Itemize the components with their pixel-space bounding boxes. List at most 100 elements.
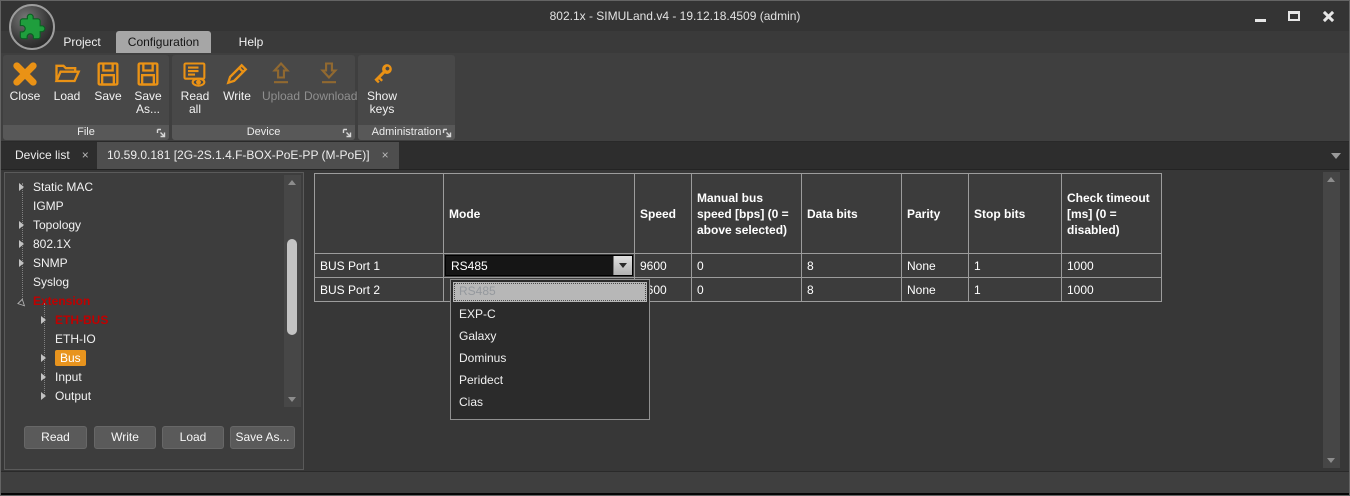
content-area: Static MAC IGMP Topology 802.1X SNMP Sys… [1, 169, 1349, 471]
tree-item-input[interactable]: Input [5, 368, 82, 387]
load-button[interactable]: Load [47, 57, 87, 125]
manual-bus-speed-cell[interactable]: 0 [692, 278, 802, 302]
save-as-button[interactable]: Save As... [129, 57, 167, 125]
speed-cell[interactable]: 9600 [635, 254, 692, 278]
close-button[interactable]: Close [5, 57, 45, 125]
dropdown-option-cias[interactable]: Cias [451, 391, 649, 413]
scroll-up-icon[interactable] [1327, 177, 1335, 182]
dropdown-option-rs485[interactable]: RS485 [453, 282, 647, 302]
tree-item-bus[interactable]: Bus [5, 349, 86, 368]
ribbon-group-administration-label: Administration [358, 125, 455, 140]
dialog-launcher-icon[interactable] [342, 128, 352, 138]
dialog-launcher-icon[interactable] [156, 128, 166, 138]
menu-project[interactable]: Project [47, 31, 117, 53]
menu-configuration[interactable]: Configuration [116, 31, 211, 53]
tab-list-dropdown-icon[interactable] [1331, 153, 1341, 159]
tree-item-extension[interactable]: Extension [5, 292, 90, 311]
tree-collapse-icon[interactable] [41, 354, 46, 362]
app-logo[interactable] [9, 4, 55, 50]
check-timeout-cell[interactable]: 1000 [1062, 278, 1162, 302]
header-data-bits: Data bits [802, 174, 902, 254]
download-arrow-icon [315, 60, 343, 88]
manual-bus-speed-cell[interactable]: 0 [692, 254, 802, 278]
tree-item-eth-bus[interactable]: ETH-BUS [5, 311, 108, 330]
upload-arrow-icon [267, 60, 295, 88]
main-scrollbar[interactable] [1323, 172, 1340, 468]
folder-open-icon [53, 60, 81, 88]
load-panel-button[interactable]: Load [162, 426, 224, 449]
device-config-tree-panel: Static MAC IGMP Topology 802.1X SNMP Sys… [4, 172, 304, 470]
mode-cell[interactable]: RS485 [444, 254, 635, 278]
bus-config-table: Mode Speed Manual bus speed [bps] (0 = a… [314, 173, 1162, 302]
show-keys-button[interactable]: Show keys [360, 57, 404, 125]
maximize-button[interactable] [1285, 8, 1303, 24]
parity-cell[interactable]: None [902, 254, 969, 278]
floppy-icon [134, 60, 162, 88]
header-stop-bits: Stop bits [969, 174, 1062, 254]
dropdown-option-peridect[interactable]: Peridect [451, 369, 649, 391]
combobox-dropdown-button[interactable] [613, 256, 632, 275]
upload-button: Upload [258, 57, 304, 125]
tree-scrollbar[interactable] [284, 175, 301, 407]
tree-collapse-icon[interactable] [41, 373, 46, 381]
tree-item-eth-io[interactable]: ETH-IO [5, 330, 96, 349]
tab-device-10-59-0-181[interactable]: 10.59.0.181 [2G-2S.1.4.F-BOX-PoE-PP (M-P… [97, 142, 399, 169]
data-bits-cell[interactable]: 8 [802, 254, 902, 278]
maximize-icon [1288, 11, 1300, 21]
tree-collapse-icon[interactable] [41, 316, 46, 324]
header-speed: Speed [635, 174, 692, 254]
save-button[interactable]: Save [89, 57, 127, 125]
tree-collapse-icon[interactable] [19, 240, 24, 248]
scroll-down-icon[interactable] [1327, 458, 1335, 463]
table-row-bus-port-1: BUS Port 1 RS485 9600 0 8 None 1 1000 [315, 254, 1162, 278]
check-timeout-cell[interactable]: 1000 [1062, 254, 1162, 278]
tree-item-output[interactable]: Output [5, 387, 91, 406]
ribbon: Close Load Save Save As... [1, 53, 1349, 142]
floppy-icon [94, 60, 122, 88]
ribbon-group-administration: Show keys Administration [358, 55, 455, 140]
write-button[interactable]: Write [218, 57, 256, 125]
read-all-button[interactable]: Read all [174, 57, 216, 125]
mode-combobox[interactable]: RS485 [445, 255, 633, 276]
dropdown-option-exp-c[interactable]: EXP-C [451, 303, 649, 325]
save-as-panel-button[interactable]: Save As... [230, 426, 295, 449]
close-tab-icon[interactable] [382, 142, 389, 169]
read-button[interactable]: Read [24, 426, 87, 449]
dropdown-option-galaxy[interactable]: Galaxy [451, 325, 649, 347]
close-icon [1322, 10, 1334, 22]
mode-dropdown-list: RS485 EXP-C Galaxy Dominus Peridect Cias [450, 279, 650, 420]
tree-item-topology[interactable]: Topology [5, 216, 81, 235]
stop-bits-cell[interactable]: 1 [969, 254, 1062, 278]
tree-item-static-mac[interactable]: Static MAC [5, 178, 93, 197]
stop-bits-cell[interactable]: 1 [969, 278, 1062, 302]
tree-collapse-icon[interactable] [41, 392, 46, 400]
tree-collapse-icon[interactable] [19, 221, 24, 229]
menu-bar: Project Configuration Help [1, 31, 1349, 53]
tab-device-list[interactable]: Device list [5, 142, 99, 169]
write-panel-button[interactable]: Write [94, 426, 156, 449]
scroll-up-icon[interactable] [288, 180, 296, 185]
puzzle-icon [18, 13, 46, 41]
table-header-row: Mode Speed Manual bus speed [bps] (0 = a… [315, 174, 1162, 254]
data-bits-cell[interactable]: 8 [802, 278, 902, 302]
minimize-button[interactable] [1251, 8, 1269, 24]
pencil-icon [223, 60, 251, 88]
dialog-launcher-icon[interactable] [442, 128, 452, 138]
tree-item-igmp[interactable]: IGMP [5, 197, 64, 216]
scrollbar-thumb[interactable] [287, 239, 297, 335]
tree-collapse-icon[interactable] [19, 259, 24, 267]
menu-help[interactable]: Help [223, 31, 279, 53]
header-parity: Parity [902, 174, 969, 254]
tree-item-snmp[interactable]: SNMP [5, 254, 68, 273]
close-tab-icon[interactable] [82, 142, 89, 169]
parity-cell[interactable]: None [902, 278, 969, 302]
close-window-button[interactable] [1319, 8, 1337, 24]
tree-item-syslog[interactable]: Syslog [5, 273, 69, 292]
tree-collapse-icon[interactable] [19, 183, 24, 191]
row-label: BUS Port 1 [315, 254, 444, 278]
dropdown-option-dominus[interactable]: Dominus [451, 347, 649, 369]
scroll-down-icon[interactable] [288, 397, 296, 402]
tree-expand-icon[interactable] [13, 294, 31, 312]
ribbon-group-file: Close Load Save Save As... [3, 55, 169, 140]
tree-item-802-1x[interactable]: 802.1X [5, 235, 71, 254]
